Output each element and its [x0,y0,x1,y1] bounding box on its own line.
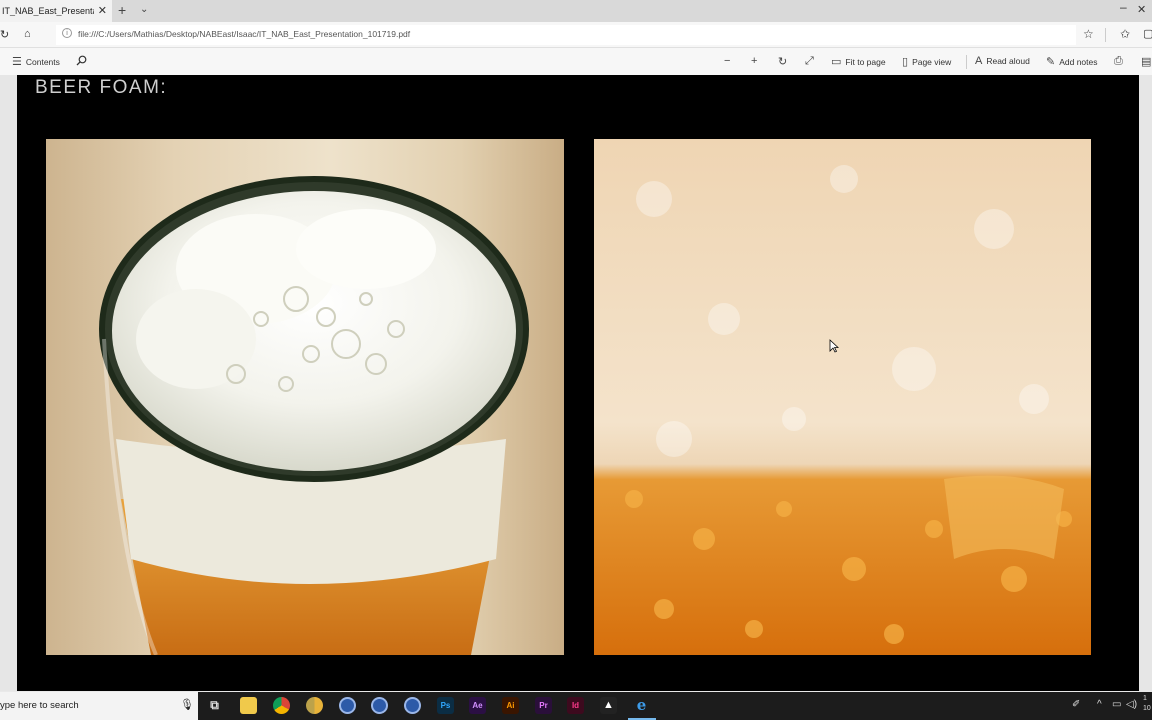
task-view-icon[interactable]: ⧉ [206,697,223,714]
after-effects-icon[interactable]: Ae [469,697,486,714]
add-notes-label: Add notes [1059,56,1098,67]
favorite-star-icon[interactable]: ☆ [1083,27,1094,41]
print-button[interactable]: ⎙ [1114,55,1123,68]
pen-icon: ✎ [1046,56,1056,68]
browser-icon-2[interactable] [371,697,388,714]
slide-title: BEER FOAM: [35,77,168,98]
list-icon: ☰ [12,56,22,68]
search-pdf-button[interactable] [76,55,87,66]
read-aloud-label: Read aloud [986,56,1030,66]
close-window-icon[interactable]: ✕ [1137,3,1146,16]
browser-icon-3[interactable] [404,697,421,714]
pdf-viewer[interactable]: BEER FOAM: [0,75,1152,691]
contents-button[interactable]: ☰ Contents [12,55,60,68]
slide-page: BEER FOAM: [17,75,1139,691]
pen-workspace-icon[interactable]: ✐ [1072,699,1080,710]
read-aloud-button[interactable]: A Read aloud [975,55,1030,67]
taskbar-search-box[interactable]: ype here to search 🎙 [0,692,198,720]
address-field[interactable]: i file:///C:/Users/Mathias/Desktop/NABEa… [56,25,1076,45]
tray-chevron-up-icon[interactable]: ^ [1097,699,1102,710]
clock-time: 1 [1143,695,1147,702]
fullscreen-button[interactable]: ⤢ [805,55,814,68]
mouse-cursor-icon [829,339,839,353]
address-bar-row: ↻ ⌂ i file:///C:/Users/Mathias/Desktop/N… [0,22,1152,48]
url-text: file:///C:/Users/Mathias/Desktop/NABEast… [78,29,411,39]
plus-icon: + [751,55,758,67]
premiere-icon[interactable]: Pr [535,697,552,714]
photos-icon[interactable]: ▲ [600,697,617,714]
page-view-button[interactable]: ▯ Page view [902,55,951,68]
rotate-button[interactable]: ↻ [778,55,787,68]
page-info-icon[interactable]: i [62,28,72,38]
windows-taskbar: ype here to search 🎙 ⧉ Ps Ae Ai Pr Id ▲ … [0,692,1152,720]
zoom-in-button[interactable]: + [751,55,757,67]
rotate-icon: ↻ [778,56,788,68]
browser-tab-strip: IT_NAB_East_Presentatio ✕ + ⌄ – ✕ [0,0,1152,22]
chrome-canary-icon[interactable] [306,697,323,714]
browser-tab[interactable]: IT_NAB_East_Presentatio ✕ [0,0,112,22]
refresh-icon[interactable]: ↻ [0,28,9,41]
print-icon: ⎙ [1114,55,1123,67]
taskbar-search-placeholder: ype here to search [0,700,79,711]
new-tab-icon[interactable]: + [118,2,126,18]
photoshop-icon[interactable]: Ps [437,697,454,714]
reading-list-icon[interactable]: ▢ [1143,27,1152,40]
favorites-icon[interactable]: ✩ [1120,27,1130,41]
beer-glass-photo [46,139,564,655]
network-icon[interactable]: ▭ [1112,699,1121,710]
add-notes-button[interactable]: ✎ Add notes [1046,55,1098,68]
edge-icon[interactable]: e [633,697,650,714]
toolbar-divider [966,55,967,69]
close-tab-icon[interactable]: ✕ [98,4,107,17]
microphone-icon[interactable]: 🎙 [180,698,194,711]
search-icon [76,55,87,66]
minimize-window-icon[interactable]: – [1120,0,1127,14]
zoom-out-button[interactable]: − [724,55,730,67]
home-icon[interactable]: ⌂ [24,28,31,40]
save-icon: ▤ [1141,56,1152,68]
page-view-label: Page view [912,56,952,67]
system-clock[interactable]: 1 10 [1143,694,1151,714]
tab-list-chevron-icon[interactable]: ⌄ [140,4,148,15]
file-explorer-icon[interactable] [240,697,257,714]
fit-to-page-button[interactable]: ▭ Fit to page [831,55,886,68]
indesign-icon[interactable]: Id [567,697,584,714]
save-button[interactable]: ▤ [1141,55,1151,68]
chrome-icon[interactable] [273,697,290,714]
clock-date: 10 [1143,705,1151,712]
browser-icon-1[interactable] [339,697,356,714]
page-view-icon: ▯ [902,56,909,68]
expand-icon: ⤢ [805,55,814,67]
contents-label: Contents [25,56,60,67]
fit-page-icon: ▭ [831,56,842,68]
minus-icon: − [724,55,731,67]
volume-icon[interactable]: ◁) [1126,699,1137,710]
beer-foam-closeup-photo [594,139,1091,655]
toolbar-divider [1105,28,1106,42]
tab-title: IT_NAB_East_Presentatio [2,6,94,16]
fit-to-page-label: Fit to page [845,56,886,67]
pdf-toolbar: ☰ Contents − + ↻ ⤢ ▭ Fit to page ▯ Page … [0,48,1152,75]
read-aloud-icon: A [975,55,983,67]
illustrator-icon[interactable]: Ai [502,697,519,714]
